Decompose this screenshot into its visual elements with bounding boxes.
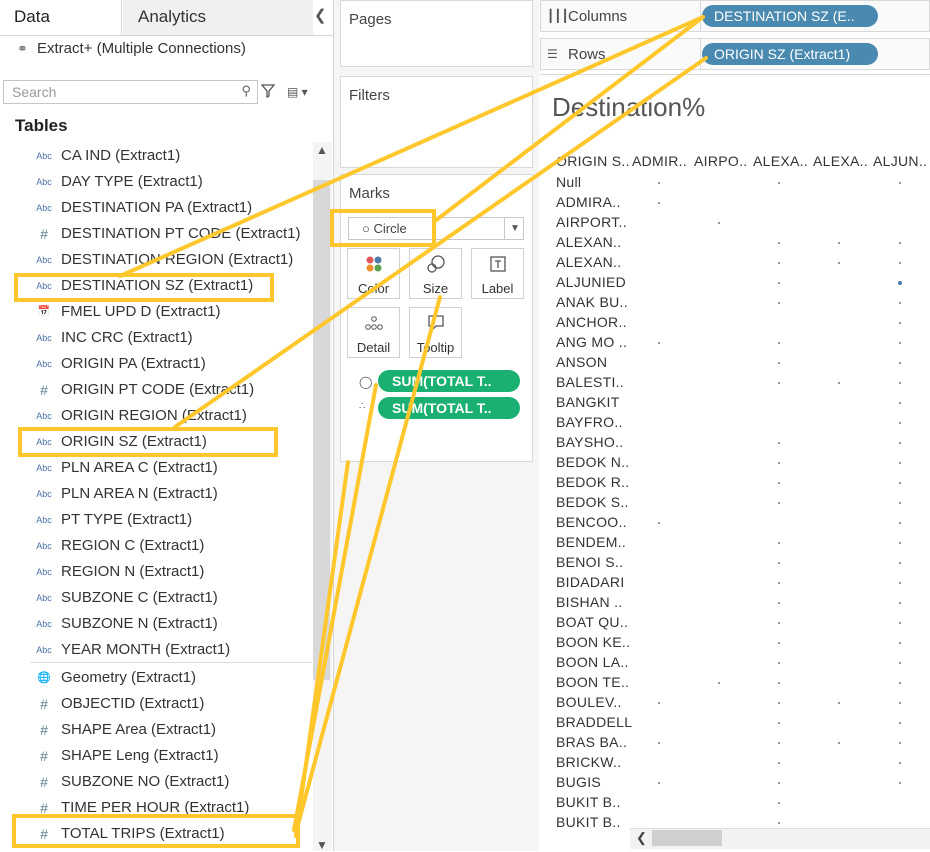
annotation-lines <box>118 15 708 838</box>
